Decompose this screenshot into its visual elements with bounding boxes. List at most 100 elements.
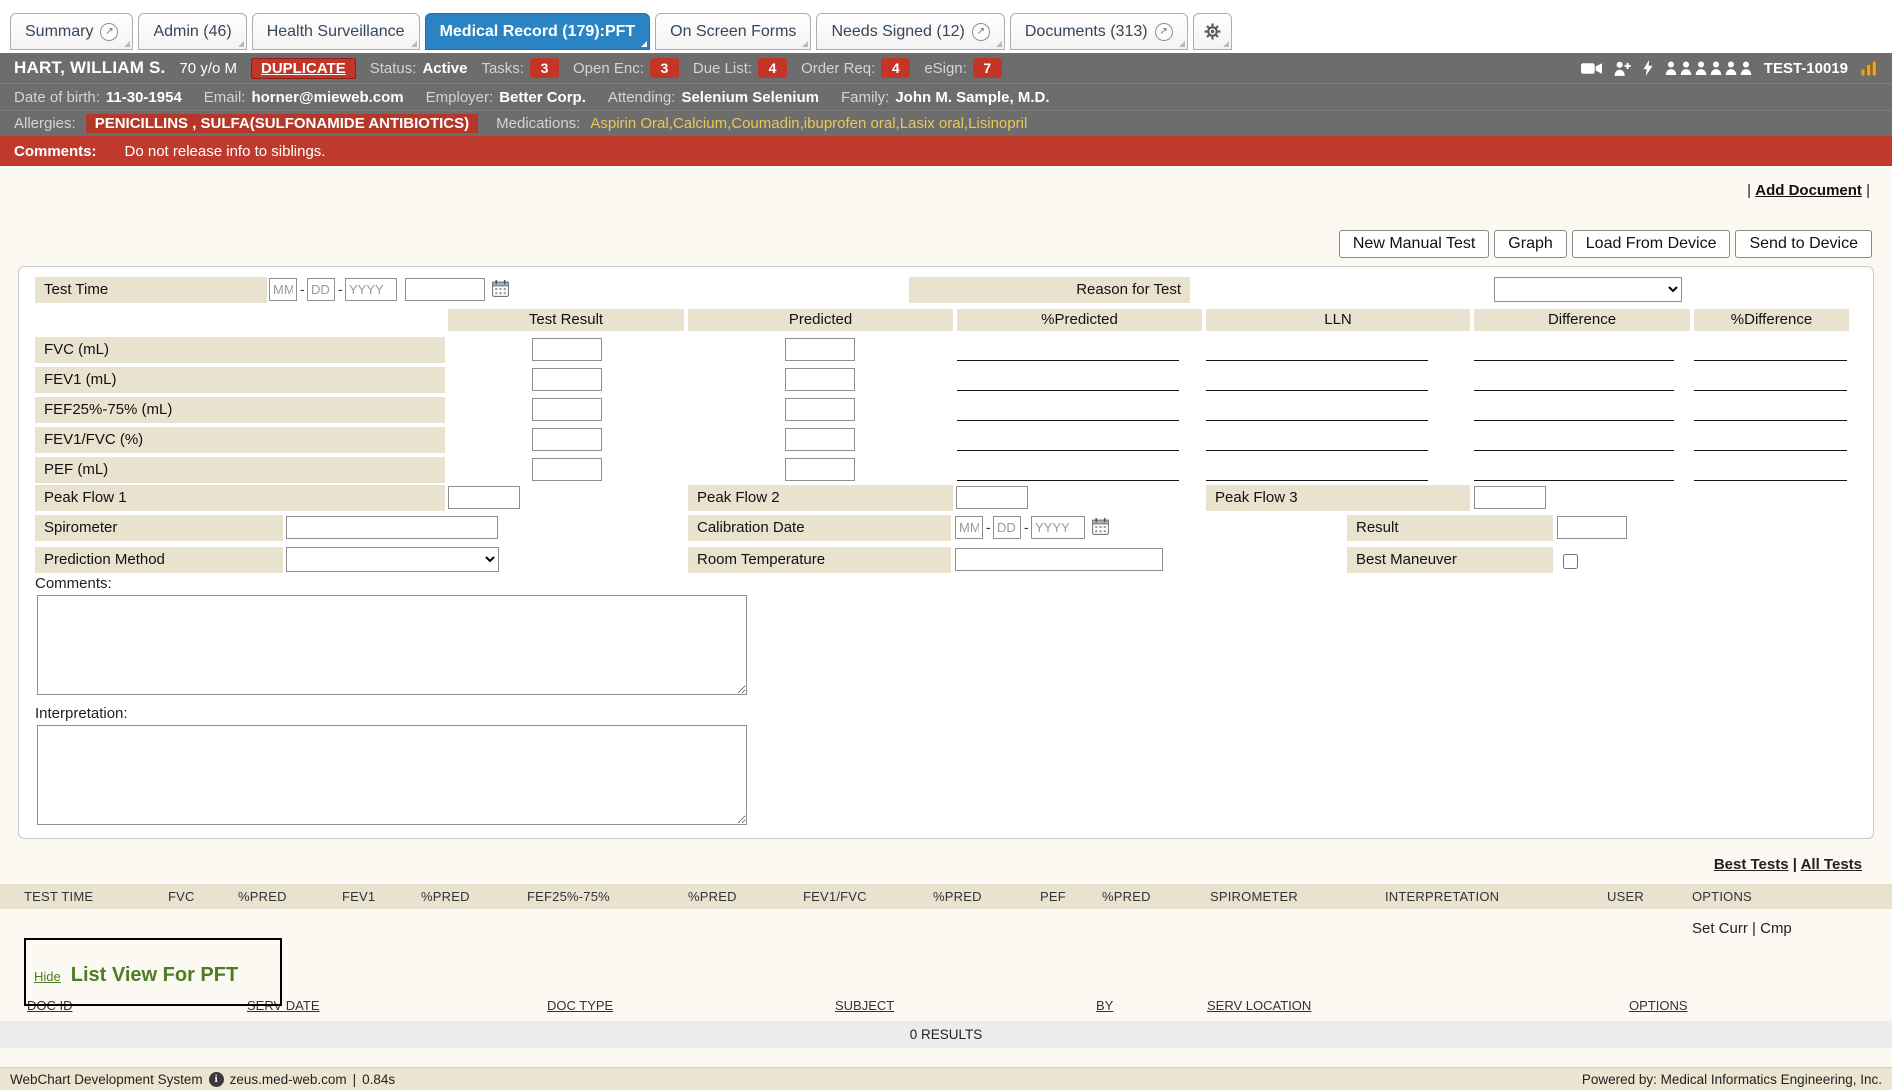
test-time-dd-input[interactable] [307, 278, 335, 301]
popout-icon[interactable] [100, 23, 118, 41]
empty-value-line [1694, 480, 1847, 481]
tab-settings[interactable] [1193, 13, 1232, 50]
send-to-device-button[interactable]: Send to Device [1735, 230, 1872, 258]
tasks-badge[interactable]: 3 [530, 58, 559, 78]
patient-header: HART, WILLIAM S. 70 y/o M DUPLICATE Stat… [0, 53, 1892, 83]
result-input[interactable] [1557, 516, 1627, 539]
test-time-calendar-button[interactable] [491, 279, 510, 298]
open-enc-badge[interactable]: 3 [650, 58, 679, 78]
popout-icon[interactable] [1155, 23, 1173, 41]
duplicate-flag[interactable]: DUPLICATE [251, 58, 356, 79]
tab-medical-record[interactable]: Medical Record (179):PFT [425, 13, 651, 50]
lightning-icon[interactable] [1643, 60, 1653, 76]
patient-id: TEST-10019 [1764, 60, 1848, 77]
result-label: Result [1347, 515, 1553, 541]
fef-predicted-input[interactable] [785, 398, 855, 421]
tasks-label: Tasks: [481, 60, 524, 77]
video-camera-icon[interactable] [1581, 61, 1602, 76]
due-list-badge[interactable]: 4 [758, 58, 787, 78]
info-icon[interactable] [209, 1072, 224, 1087]
allergies-label: Allergies: [14, 115, 76, 132]
calibration-dd-input[interactable] [993, 516, 1021, 539]
pef-predicted-input[interactable] [785, 458, 855, 481]
empty-value-line [1206, 360, 1428, 361]
tab-on-screen-forms[interactable]: On Screen Forms [655, 13, 811, 50]
tab-health-surveillance[interactable]: Health Surveillance [252, 13, 420, 50]
calibration-yyyy-input[interactable] [1031, 516, 1085, 539]
user-silhouette-icon [1695, 61, 1707, 75]
medication-link[interactable]: Coumadin [731, 115, 804, 132]
pef-test-result-input[interactable] [532, 458, 602, 481]
interpretation-textarea[interactable] [37, 725, 747, 825]
col-predicted: Predicted [688, 309, 953, 331]
set-curr-link[interactable]: Set Curr [1692, 920, 1748, 937]
room-temperature-input[interactable] [955, 548, 1163, 571]
fvc-test-result-input[interactable] [532, 338, 602, 361]
tab-admin[interactable]: Admin (46) [138, 13, 246, 50]
results-col-user: USER [1607, 889, 1644, 904]
empty-value-line [957, 390, 1179, 391]
new-manual-test-button[interactable]: New Manual Test [1339, 230, 1489, 258]
medication-link[interactable]: Calcium [673, 115, 731, 132]
add-document-link[interactable]: Add Document [1755, 182, 1862, 199]
demographics-bar: Date of birth:11-30-1954 Email:horner@mi… [0, 83, 1892, 110]
fvc-predicted-input[interactable] [785, 338, 855, 361]
doc-col-serv-location[interactable]: SERV LOCATION [1207, 998, 1311, 1013]
fef-test-result-input[interactable] [532, 398, 602, 421]
best-tests-link[interactable]: Best Tests [1714, 856, 1789, 873]
user-group-icons[interactable] [1665, 61, 1752, 75]
peak-flow-3-input[interactable] [1474, 486, 1546, 509]
empty-value-line [957, 420, 1179, 421]
spirometer-input[interactable] [286, 516, 498, 539]
fev1-predicted-input[interactable] [785, 368, 855, 391]
test-time-yyyy-input[interactable] [345, 278, 397, 301]
footer: WebChart Development System zeus.med-web… [0, 1067, 1892, 1090]
cmp-link[interactable]: Cmp [1760, 920, 1792, 937]
results-row-actions: Set Curr | Cmp [0, 914, 1892, 946]
medication-link[interactable]: Lisinopril [968, 115, 1027, 132]
empty-value-line [1206, 420, 1428, 421]
hide-list-view-link[interactable]: Hide [34, 969, 61, 984]
user-silhouette-icon [1725, 61, 1737, 75]
results-col-spirometer: SPIROMETER [1210, 889, 1298, 904]
doc-col-by[interactable]: BY [1096, 998, 1113, 1013]
tab-documents[interactable]: Documents (313) [1010, 13, 1188, 50]
medication-link[interactable]: Lasix oral [900, 115, 968, 132]
popout-icon[interactable] [972, 23, 990, 41]
test-time-mm-input[interactable] [269, 278, 297, 301]
calibration-mm-input[interactable] [955, 516, 983, 539]
doc-col-options[interactable]: OPTIONS [1629, 998, 1688, 1013]
medication-link[interactable]: Aspirin Oral [590, 115, 673, 132]
peak-flow-1-input[interactable] [448, 486, 520, 509]
esign-badge[interactable]: 7 [973, 58, 1002, 78]
chart-stats-icon[interactable] [1860, 60, 1878, 76]
comments-textarea[interactable] [37, 595, 747, 695]
best-maneuver-checkbox[interactable] [1563, 554, 1578, 569]
calibration-calendar-button[interactable] [1091, 517, 1110, 536]
peak-flow-2-input[interactable] [956, 486, 1028, 509]
prediction-method-select[interactable] [286, 547, 499, 572]
all-tests-link[interactable]: All Tests [1801, 856, 1862, 873]
fef-row: FEF25%-75% (mL) [19, 395, 1873, 425]
doc-col-doc-type[interactable]: DOC TYPE [547, 998, 613, 1013]
col-lln: LLN [1206, 309, 1470, 331]
add-user-icon[interactable] [1614, 61, 1631, 76]
fev1-fvc-predicted-input[interactable] [785, 428, 855, 451]
pef-label: PEF (mL) [35, 457, 445, 483]
tab-needs-signed[interactable]: Needs Signed (12) [816, 13, 1004, 50]
allergy-value[interactable]: PENICILLINS , SULFA(SULFONAMIDE ANTIBIOT… [86, 114, 478, 133]
interpretation-label: Interpretation: [35, 705, 128, 722]
empty-value-line [1694, 360, 1847, 361]
tab-summary[interactable]: Summary [10, 13, 133, 50]
email-value[interactable]: horner@mieweb.com [251, 89, 403, 106]
order-req-badge[interactable]: 4 [881, 58, 910, 78]
medication-link[interactable]: ibuprofen oral [804, 115, 900, 132]
fev1-test-result-input[interactable] [532, 368, 602, 391]
graph-button[interactable]: Graph [1494, 230, 1566, 258]
doc-col-subject[interactable]: SUBJECT [835, 998, 894, 1013]
load-from-device-button[interactable]: Load From Device [1572, 230, 1731, 258]
medications-list: Aspirin Oral Calcium Coumadin ibuprofen … [590, 115, 1027, 132]
test-time-time-input[interactable] [405, 278, 485, 301]
fev1-fvc-test-result-input[interactable] [532, 428, 602, 451]
reason-for-test-select[interactable] [1494, 277, 1682, 302]
